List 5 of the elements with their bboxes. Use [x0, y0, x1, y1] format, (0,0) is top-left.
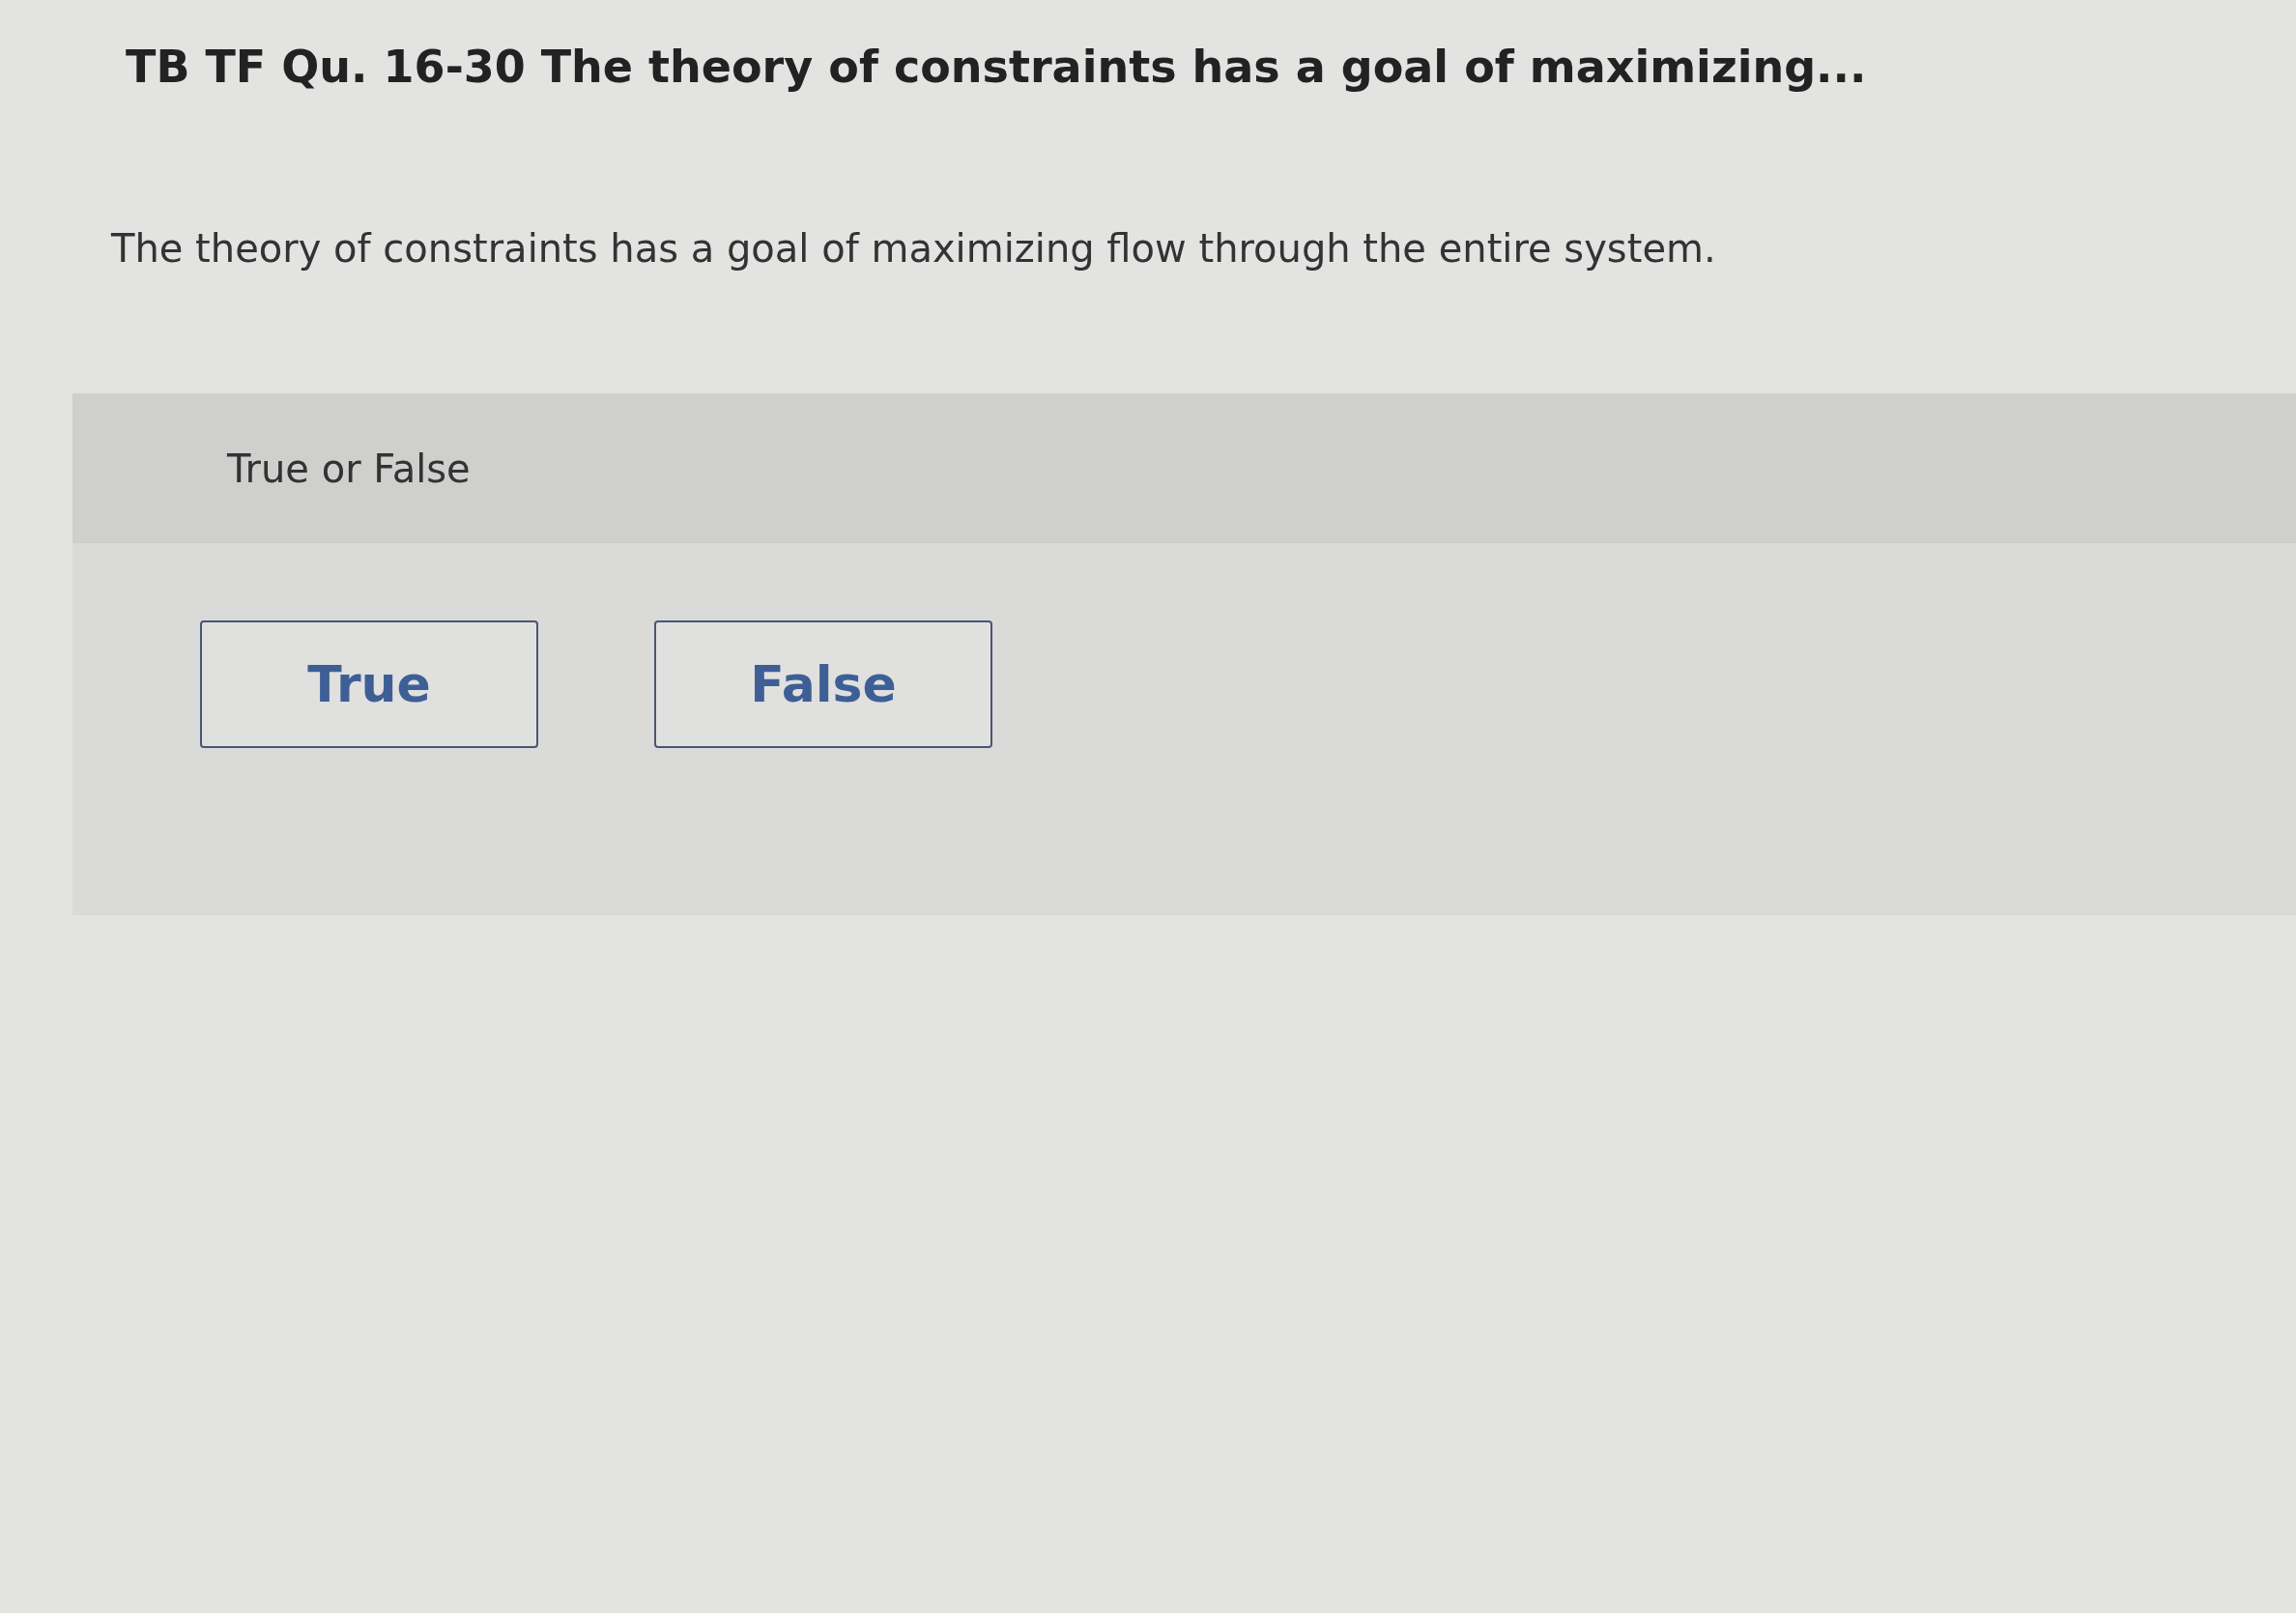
answer-type-label: True or False: [227, 445, 471, 493]
answer-option-button[interactable]: True: [200, 620, 538, 749]
question-text: The theory of constraints has a goal of maximizing flow through the entire system.: [110, 225, 1717, 274]
question-title: TB TF Qu. 16-30 The theory of constraints has a goal of maximizing...: [125, 40, 1868, 95]
answer-option-button[interactable]: False: [654, 620, 992, 749]
